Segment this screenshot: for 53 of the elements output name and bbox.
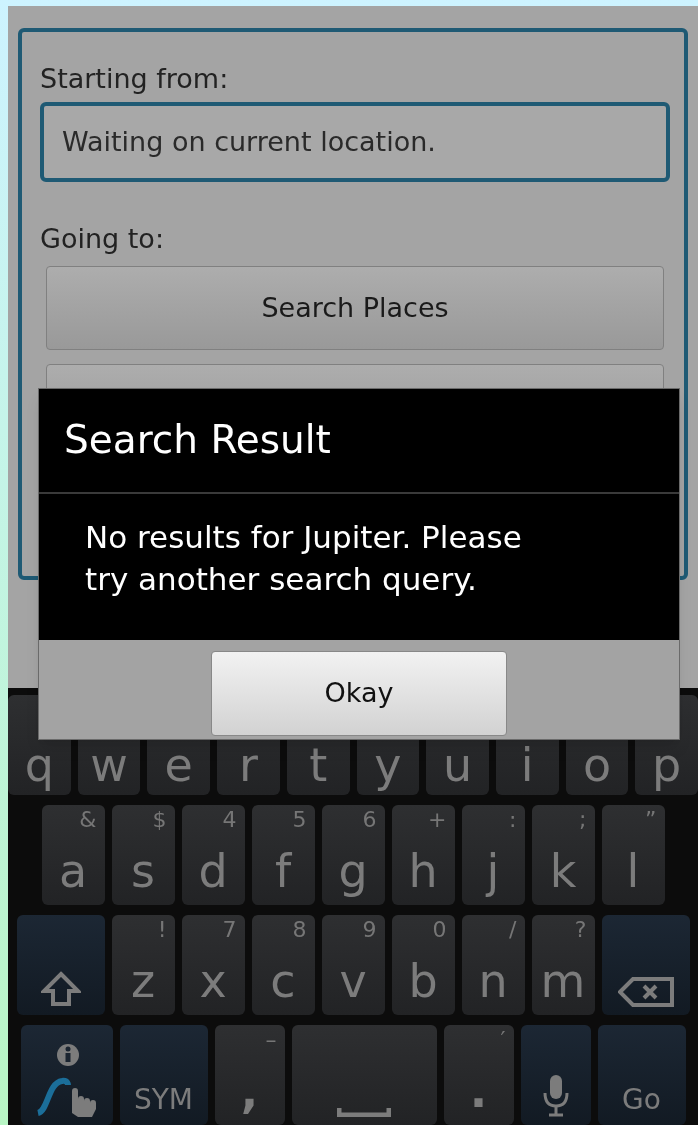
keyboard-key[interactable]: ; k xyxy=(531,805,595,905)
keyboard-key[interactable]: – , xyxy=(214,1025,285,1125)
field-label: Going to: xyxy=(40,222,165,256)
key-hint: 5 xyxy=(292,807,307,833)
key-hint: ” xyxy=(645,807,657,833)
keyboard-key[interactable]: 9 v xyxy=(321,915,385,1015)
keyboard-key[interactable]: SYM xyxy=(119,1025,208,1125)
keyboard-key[interactable] xyxy=(16,915,105,1015)
keyboard-key[interactable]: $ s xyxy=(111,805,175,905)
keyboard-key[interactable]: : j xyxy=(461,805,525,905)
keyboard-key[interactable]: 8 c xyxy=(251,915,315,1015)
key-hint: 9 xyxy=(362,917,377,943)
keyboard-key[interactable]: 7 x xyxy=(181,915,245,1015)
space-bar-icon xyxy=(337,1107,391,1117)
info-and-hand-icon xyxy=(35,1043,98,1117)
key-hint: 0 xyxy=(432,917,447,943)
dialog-title: Search Result xyxy=(64,416,331,465)
okay-button[interactable]: Okay xyxy=(211,651,507,736)
key-hint: 4 xyxy=(222,807,237,833)
key-hint: – xyxy=(265,1027,277,1053)
dialog-message: No results for Jupiter. Please try another search query. xyxy=(85,518,523,599)
keyboard-key[interactable]: 0 b xyxy=(391,915,455,1015)
keyboard-key[interactable]: ′ . xyxy=(443,1025,514,1125)
key-hint: ? xyxy=(574,917,587,943)
field-label: Starting from: xyxy=(40,62,230,96)
key-hint: 6 xyxy=(362,807,377,833)
key-hint: & xyxy=(79,807,97,833)
keyboard-key[interactable]: ! z xyxy=(111,915,175,1015)
keyboard-key[interactable]: 4 d xyxy=(181,805,245,905)
keyboard-key[interactable]: / n xyxy=(461,915,525,1015)
keyboard-key[interactable] xyxy=(520,1025,591,1125)
starting-field[interactable]: Waiting on current location. xyxy=(40,102,670,182)
keyboard-key[interactable] xyxy=(601,915,690,1015)
key-hint: $ xyxy=(152,807,167,833)
keyboard-key[interactable]: Go xyxy=(597,1025,686,1125)
key-hint: 7 xyxy=(222,917,237,943)
shift-arrow-icon xyxy=(40,971,81,1007)
keyboard-key[interactable]: 6 g xyxy=(321,805,385,905)
search-places-button[interactable]: Search Places xyxy=(46,266,664,350)
key-hint: ; xyxy=(579,807,587,833)
key-hint: ! xyxy=(157,917,167,943)
keyboard-key[interactable]: 5 f xyxy=(251,805,315,905)
key-hint: + xyxy=(428,807,447,833)
keyboard-key[interactable] xyxy=(20,1025,113,1125)
key-hint: 8 xyxy=(292,917,307,943)
key-hint: / xyxy=(509,917,517,943)
keyboard-key[interactable]: ” l xyxy=(601,805,665,905)
key-hint: ′ xyxy=(500,1027,506,1053)
keyboard-key[interactable]: ? m xyxy=(531,915,595,1015)
keyboard-key[interactable]: + h xyxy=(391,805,455,905)
key-hint: : xyxy=(509,807,517,833)
keyboard-key[interactable]: & a xyxy=(41,805,105,905)
backspace-icon xyxy=(617,977,674,1007)
